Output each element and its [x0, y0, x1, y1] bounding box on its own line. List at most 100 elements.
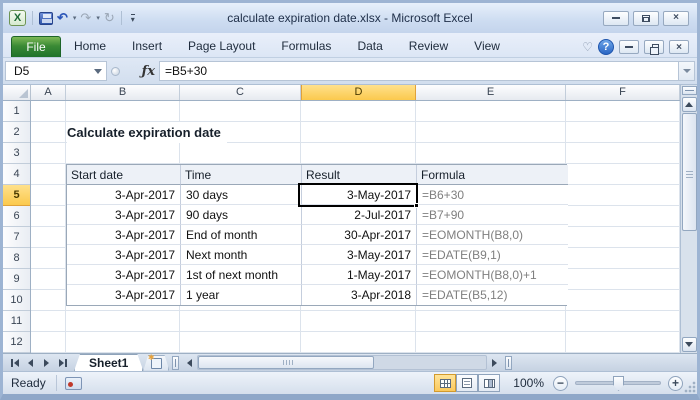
horizontal-scroll-thumb[interactable] [198, 356, 375, 369]
vertical-scroll-thumb[interactable] [681, 113, 697, 231]
cell-start-date[interactable]: 3-Apr-2017 [67, 265, 181, 285]
row-header-10[interactable]: 10 [3, 290, 30, 311]
excel-logo-icon[interactable]: X [9, 10, 26, 26]
cell-time[interactable]: Next month [181, 245, 302, 265]
sheet-title-cell[interactable]: Calculate expiration date [67, 122, 227, 143]
cell-result[interactable]: 3-May-2017 [302, 245, 417, 265]
table-header-result[interactable]: Result [302, 165, 417, 185]
cell-time[interactable]: 30 days [181, 185, 302, 205]
cell-start-date[interactable]: 3-Apr-2017 [67, 245, 181, 265]
first-sheet-icon[interactable] [7, 356, 22, 370]
minimize-button[interactable] [603, 10, 629, 26]
zoom-level[interactable]: 100% [513, 376, 544, 390]
insert-function-icon[interactable]: ƒx [142, 64, 155, 79]
cell-start-date[interactable]: 3-Apr-2017 [67, 185, 181, 205]
tab-data[interactable]: Data [344, 36, 395, 57]
vertical-scrollbar[interactable] [680, 85, 697, 353]
zoom-in-button[interactable]: + [668, 375, 683, 391]
cell-formula[interactable]: =EOMONTH(B8,0) [417, 225, 568, 245]
row-header-1[interactable]: 1 [3, 101, 30, 122]
next-sheet-icon[interactable] [39, 356, 54, 370]
formula-input[interactable]: =B5+30 [159, 61, 678, 81]
tab-review[interactable]: Review [396, 36, 461, 57]
cell-result[interactable]: 30-Apr-2017 [302, 225, 417, 245]
customize-qat-icon[interactable]: ▾ [130, 13, 135, 23]
tab-page-layout[interactable]: Page Layout [175, 36, 268, 57]
column-header-c[interactable]: C [180, 85, 301, 100]
cell-formula[interactable]: =EOMONTH(B8,0)+1 [417, 265, 568, 285]
sheet-tab-sheet1[interactable]: Sheet1 [74, 354, 143, 371]
redo-dropdown-icon[interactable]: ▾ [96, 14, 100, 22]
cell-formula[interactable]: =B7+90 [417, 205, 568, 225]
zoom-out-button[interactable]: − [553, 375, 568, 391]
select-all-corner[interactable] [3, 85, 31, 100]
row-header-8[interactable]: 8 [3, 248, 30, 269]
doc-close-button[interactable]: × [669, 40, 689, 54]
zoom-slider-thumb[interactable] [613, 376, 624, 391]
restore-button[interactable] [633, 10, 659, 26]
cell-start-date[interactable]: 3-Apr-2017 [67, 205, 181, 225]
cell-formula[interactable]: =B6+30 [417, 185, 568, 205]
cell-start-date[interactable]: 3-Apr-2017 [67, 285, 181, 305]
vertical-split-handle[interactable] [681, 86, 697, 95]
doc-minimize-button[interactable] [619, 40, 639, 54]
resize-grip[interactable] [684, 381, 696, 393]
selected-cell-outline[interactable] [298, 183, 419, 208]
column-header-b[interactable]: B [66, 85, 180, 100]
cells-area[interactable]: Calculate expiration date Start date Time… [31, 101, 680, 353]
fill-handle[interactable] [414, 203, 419, 208]
column-header-d[interactable]: D [301, 85, 416, 100]
page-break-view-button[interactable] [478, 374, 501, 392]
redo-icon[interactable]: ↷ [80, 10, 91, 26]
cell-result[interactable]: 3-Apr-2018 [302, 285, 417, 305]
row-header-5[interactable]: 5 [3, 185, 30, 206]
column-header-f[interactable]: F [566, 85, 680, 100]
table-header-start-date[interactable]: Start date [67, 165, 181, 185]
table-header-time[interactable]: Time [181, 165, 302, 185]
expand-formula-bar-button[interactable] [678, 61, 695, 81]
scroll-up-button[interactable] [681, 97, 697, 112]
tab-insert[interactable]: Insert [119, 36, 175, 57]
row-header-12[interactable]: 12 [3, 332, 30, 353]
repeat-icon[interactable]: ↻ [104, 10, 115, 26]
tab-formulas[interactable]: Formulas [268, 36, 344, 57]
column-header-e[interactable]: E [416, 85, 566, 100]
cell-time[interactable]: End of month [181, 225, 302, 245]
page-layout-view-button[interactable] [456, 374, 479, 392]
tab-home[interactable]: Home [61, 36, 119, 57]
close-button[interactable]: × [663, 10, 689, 26]
insert-worksheet-tab[interactable] [143, 355, 169, 371]
zoom-slider[interactable] [575, 376, 661, 391]
cell-result[interactable]: 2-Jul-2017 [302, 205, 417, 225]
doc-restore-button[interactable] [644, 40, 664, 55]
column-header-a[interactable]: A [31, 85, 66, 100]
row-header-7[interactable]: 7 [3, 227, 30, 248]
prev-sheet-icon[interactable] [23, 356, 38, 370]
tab-file[interactable]: File [11, 36, 61, 57]
horizontal-scrollbar[interactable] [197, 355, 488, 370]
cell-start-date[interactable]: 3-Apr-2017 [67, 225, 181, 245]
cell-time[interactable]: 1 year [181, 285, 302, 305]
undo-icon[interactable]: ↶ [57, 10, 68, 26]
minimize-ribbon-icon[interactable]: ♡ [582, 40, 593, 54]
undo-dropdown-icon[interactable]: ▾ [73, 14, 77, 22]
row-header-4[interactable]: 4 [3, 164, 30, 185]
normal-view-button[interactable] [434, 374, 457, 392]
formula-bar-handle[interactable] [111, 66, 120, 76]
table-header-formula[interactable]: Formula [417, 165, 568, 185]
name-box-dropdown-icon[interactable] [94, 68, 102, 74]
row-header-9[interactable]: 9 [3, 269, 30, 290]
row-header-2[interactable]: 2 [3, 122, 30, 143]
scroll-down-button[interactable] [681, 337, 697, 352]
cell-time[interactable]: 1st of next month [181, 265, 302, 285]
macro-record-icon[interactable] [64, 376, 82, 390]
cell-result[interactable]: 1-May-2017 [302, 265, 417, 285]
row-header-6[interactable]: 6 [3, 206, 30, 227]
help-icon[interactable]: ? [598, 39, 614, 55]
horizontal-split-handle[interactable] [505, 355, 513, 370]
name-box[interactable]: D5 [5, 61, 107, 81]
save-icon[interactable] [39, 11, 53, 25]
scroll-right-button[interactable] [487, 356, 502, 370]
cell-formula[interactable]: =EDATE(B9,1) [417, 245, 568, 265]
scroll-left-button[interactable] [182, 356, 197, 370]
